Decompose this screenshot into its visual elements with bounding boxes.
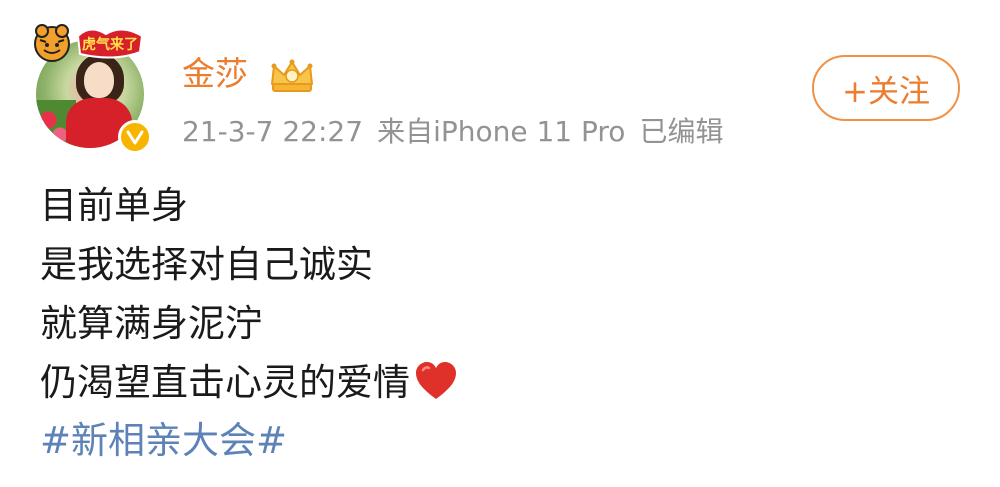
crown-icon[interactable] xyxy=(268,56,316,96)
content-line: 仍渴望直击心灵的爱情 xyxy=(40,361,410,404)
content-line: 是我选择对自己诚实 xyxy=(40,243,373,286)
red-heart-icon xyxy=(416,362,456,399)
post-content: 目前单身 是我选择对自己诚实 就算满身泥泞 仍渴望直击心灵的爱情 xyxy=(40,176,458,412)
content-line-with-heart: 仍渴望直击心灵的爱情 xyxy=(40,353,458,412)
content-line: 就算满身泥泞 xyxy=(40,302,262,345)
hashtag-link[interactable]: #新相亲大会# xyxy=(40,414,287,468)
post-source[interactable]: 来自iPhone 11 Pro xyxy=(377,115,625,148)
avatar-wrap[interactable]: 虎气来了 xyxy=(30,18,160,154)
avatar-decoration-text: 虎气来了 xyxy=(82,36,138,53)
follow-button[interactable]: +关注 xyxy=(812,55,960,121)
post-meta: 21-3-7 22:27 来自iPhone 11 Pro 已编辑 xyxy=(182,112,737,152)
tiger-decoration-icon: 虎气来了 xyxy=(34,24,144,62)
edited-label[interactable]: 已编辑 xyxy=(639,115,723,148)
weibo-post: 虎气来了 金莎 21-3-7 22:27 来自iPhone 11 Pro 已编辑 +… xyxy=(0,0,1000,487)
author-name[interactable]: 金莎 xyxy=(182,52,248,96)
post-time: 21-3-7 22:27 xyxy=(182,115,364,148)
verified-badge-icon xyxy=(118,120,152,154)
content-line: 目前单身 xyxy=(40,184,188,227)
